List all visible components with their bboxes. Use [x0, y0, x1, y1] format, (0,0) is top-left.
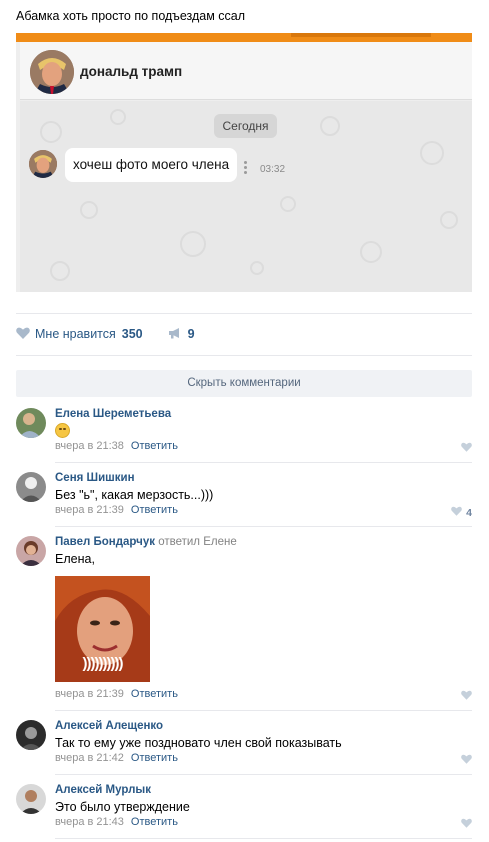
- comment-like-button[interactable]: [461, 442, 472, 455]
- app-top-bar-tab: [291, 33, 431, 37]
- heart-icon: [461, 818, 472, 831]
- comment-text: Это было утверждение: [55, 800, 190, 814]
- avatar[interactable]: [16, 408, 46, 438]
- heart-icon: [461, 442, 472, 455]
- divider: [55, 838, 472, 839]
- comment-author: Павел Бондарчук ответил Елене: [55, 536, 237, 548]
- message-avatar: [29, 150, 57, 178]
- heart-icon: [461, 754, 472, 767]
- comment-text: Без "ь", какая мерзость...))): [55, 488, 214, 502]
- comment: Сеня Шишкин Без "ь", какая мерзость...))…: [16, 472, 472, 527]
- comment-time[interactable]: вчера в 21:39: [55, 688, 124, 700]
- comment-meta: вчера в 21:39 Ответить: [55, 688, 178, 700]
- comment-text: Елена,: [55, 552, 95, 566]
- comment-meta: вчера в 21:39 Ответить: [55, 504, 178, 516]
- attached-chat-screenshot[interactable]: дональд трамп Сегодня хочеш фото моего ч…: [16, 33, 472, 292]
- comment-time[interactable]: вчера в 21:43: [55, 816, 124, 828]
- heart-icon[interactable]: [16, 327, 30, 342]
- comment-author[interactable]: Алексей Мурлык: [55, 784, 151, 796]
- reply-button[interactable]: Ответить: [131, 440, 178, 452]
- heart-icon: [461, 690, 472, 703]
- like-button[interactable]: Мне нравится: [35, 327, 116, 341]
- message-time: 03:32: [260, 164, 286, 175]
- date-badge: Сегодня: [214, 114, 277, 138]
- divider: [16, 355, 472, 356]
- reply-button[interactable]: Ответить: [131, 504, 178, 516]
- comment-time[interactable]: вчера в 21:39: [55, 504, 124, 516]
- comment: Елена Шереметьева вчера в 21:38 Ответить: [16, 408, 472, 463]
- photo-caption: )))))))))): [82, 655, 124, 672]
- comment-time[interactable]: вчера в 21:38: [55, 440, 124, 452]
- replied-to[interactable]: ответил Елене: [158, 536, 237, 548]
- divider: [16, 313, 472, 314]
- comment-meta: вчера в 21:42 Ответить: [55, 752, 178, 764]
- reply-button[interactable]: Ответить: [131, 752, 178, 764]
- comment-like-button[interactable]: [461, 754, 472, 767]
- comment-author[interactable]: Сеня Шишкин: [55, 472, 135, 484]
- avatar[interactable]: [16, 784, 46, 814]
- comment-like-button[interactable]: [461, 818, 472, 831]
- like-count[interactable]: 350: [122, 327, 143, 341]
- comment-text: Так то ему уже поздновато член свой пока…: [55, 736, 342, 750]
- message-bubble: хочеш фото моего члена: [65, 148, 238, 182]
- comment-meta: вчера в 21:38 Ответить: [55, 440, 178, 452]
- post-actions: Мне нравится 350 9: [16, 326, 195, 342]
- divider: [55, 710, 472, 711]
- reply-button[interactable]: Ответить: [131, 816, 178, 828]
- divider: [55, 774, 472, 775]
- heart-icon: [451, 506, 462, 519]
- comment-like-button[interactable]: [461, 690, 472, 703]
- comment-text: [55, 423, 70, 441]
- comment-author[interactable]: Елена Шереметьева: [55, 408, 171, 420]
- divider: [55, 462, 472, 463]
- avatar[interactable]: [16, 536, 46, 566]
- comment-meta: вчера в 21:43 Ответить: [55, 816, 178, 828]
- comment-like-button[interactable]: 4: [451, 506, 472, 519]
- smiling-face-emoji: [55, 423, 70, 438]
- comment-author[interactable]: Алексей Алещенко: [55, 720, 163, 732]
- avatar[interactable]: [16, 720, 46, 750]
- comment-time[interactable]: вчера в 21:42: [55, 752, 124, 764]
- divider: [55, 526, 472, 527]
- chat-header: дональд трамп: [20, 42, 472, 100]
- share-count[interactable]: 9: [188, 327, 195, 341]
- reply-button[interactable]: Ответить: [131, 688, 178, 700]
- comment: Алексей Мурлык Это было утверждение вчер…: [16, 784, 472, 839]
- comment: Алексей Алещенко Так то ему уже позднова…: [16, 720, 472, 775]
- contact-avatar: [30, 50, 74, 94]
- post-text: Абамка хоть просто по подъездам ссал: [16, 9, 246, 23]
- contact-name: дональд трамп: [80, 64, 183, 79]
- megaphone-icon[interactable]: [168, 327, 182, 342]
- comment-photo[interactable]: )))))))))): [55, 576, 150, 682]
- avatar[interactable]: [16, 472, 46, 502]
- hide-comments-button[interactable]: Скрыть комментарии: [16, 370, 472, 397]
- comment-like-count: 4: [466, 506, 472, 519]
- more-options-icon: [244, 161, 247, 175]
- comment: Павел Бондарчук ответил Елене Елена, )))…: [16, 536, 472, 706]
- comment-author-name[interactable]: Павел Бондарчук: [55, 536, 155, 548]
